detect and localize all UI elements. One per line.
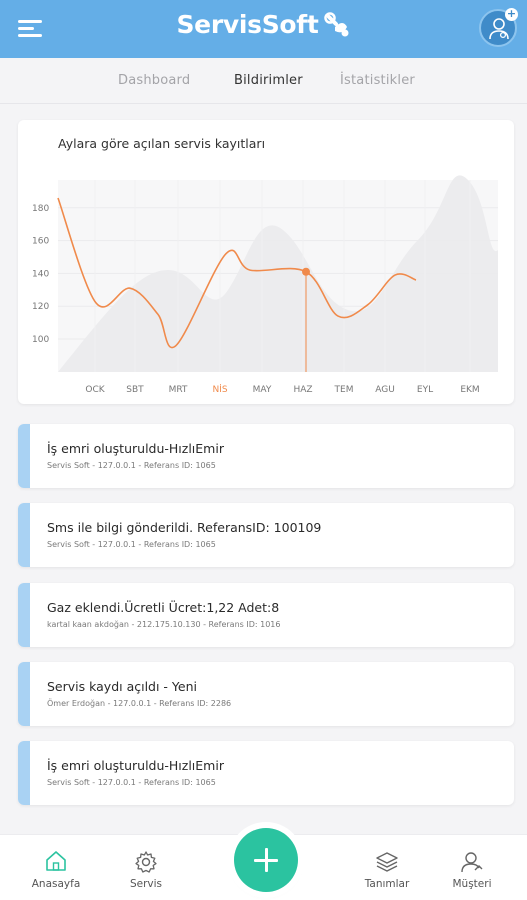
notification-card[interactable]: Sms ile bilgi gönderildi. ReferansID: 10… [18,503,514,567]
wrench-logo-icon [323,11,349,36]
tab-bar: Dashboard Bildirimler İstatistikler [0,58,527,104]
x-tick-label: MRT [169,385,188,395]
notification-title: Gaz eklendi.Ücretli Ücret:1,22 Adet:8 [47,600,280,615]
notification-card[interactable]: Servis kaydı açıldı - Yeni Ömer Erdoğan … [18,662,514,726]
user-settings-icon [489,18,509,40]
x-tick-label: OCK [85,385,105,395]
notification-accent-bar [18,741,30,805]
nav-home-label: Anasayfa [31,878,81,890]
x-tick-label: HAZ [293,385,312,395]
x-tick-label: AGU [375,385,395,395]
y-tick-label: 180 [32,204,49,214]
nav-musteri-label: Müşteri [452,878,492,890]
x-tick-label: EYL [417,385,433,395]
nav-servis-label: Servis [129,878,163,890]
top-app-bar: ServisSoft + [0,0,527,58]
line-chart: 100 120 140 160 180 OCK SBT MRT NİS MAY HAZ TEM AGU E… [32,175,498,395]
nav-musteri[interactable]: Müşteri [434,835,510,900]
x-tick-label: MAY [253,385,272,395]
customer-icon [461,852,483,873]
avatar-badge: + [505,7,518,21]
tab-bildirimler[interactable]: Bildirimler [234,73,303,88]
notification-meta: Servis Soft - 127.0.0.1 - Referans ID: 1… [47,540,216,549]
notification-meta: kartal kaan akdoğan - 212.175.10.130 - R… [47,620,281,629]
notification-meta: Servis Soft - 127.0.0.1 - Referans ID: 1… [47,778,216,787]
nav-tanimlar-label: Tanımlar [364,878,410,890]
notification-accent-bar [18,503,30,567]
brand-logo: ServisSoft [0,10,527,39]
y-tick-label: 160 [32,237,49,247]
notification-title: Servis kaydı açıldı - Yeni [47,679,197,694]
add-fab-button[interactable] [234,828,298,892]
x-tick-label: TEM [334,385,354,395]
notification-card[interactable]: İş emri oluşturuldu-HızlıEmir Servis Sof… [18,741,514,805]
y-tick-label: 140 [32,269,49,279]
layers-icon [376,852,398,872]
x-tick-label: SBT [126,385,144,395]
gear-icon [135,851,157,873]
nav-home[interactable]: Anasayfa [18,835,94,900]
nav-tanimlar[interactable]: Tanımlar [349,835,425,900]
tab-istatistikler[interactable]: İstatistikler [340,73,415,88]
tab-dashboard[interactable]: Dashboard [118,73,190,88]
notification-accent-bar [18,424,30,488]
notification-card[interactable]: İş emri oluşturuldu-HızlıEmir Servis Sof… [18,424,514,488]
tooltip-point [302,267,310,276]
brand-name: ServisSoft [176,10,319,39]
notification-meta: Servis Soft - 127.0.0.1 - Referans ID: 1… [47,461,216,470]
notification-accent-bar [18,662,30,726]
notification-title: İş emri oluşturuldu-HızlıEmir [47,441,224,456]
home-icon [46,851,66,871]
y-tick-label: 100 [32,335,49,345]
chart-card: Aylara göre açılan servis kayıtları 100 1… [18,120,514,404]
notification-meta: Ömer Erdoğan - 127.0.0.1 - Referans ID: … [47,699,232,708]
nav-servis[interactable]: Servis [108,835,184,900]
notification-title: Sms ile bilgi gönderildi. ReferansID: 10… [47,520,322,535]
x-tick-label: NİS [212,384,227,395]
user-avatar-button[interactable]: + [479,7,518,47]
notification-accent-bar [18,583,30,647]
x-tick-label: EKM [460,385,479,395]
notification-title: İş emri oluşturuldu-HızlıEmir [47,758,224,773]
y-tick-label: 120 [32,302,49,312]
notification-card[interactable]: Gaz eklendi.Ücretli Ücret:1,22 Adet:8 ka… [18,583,514,647]
